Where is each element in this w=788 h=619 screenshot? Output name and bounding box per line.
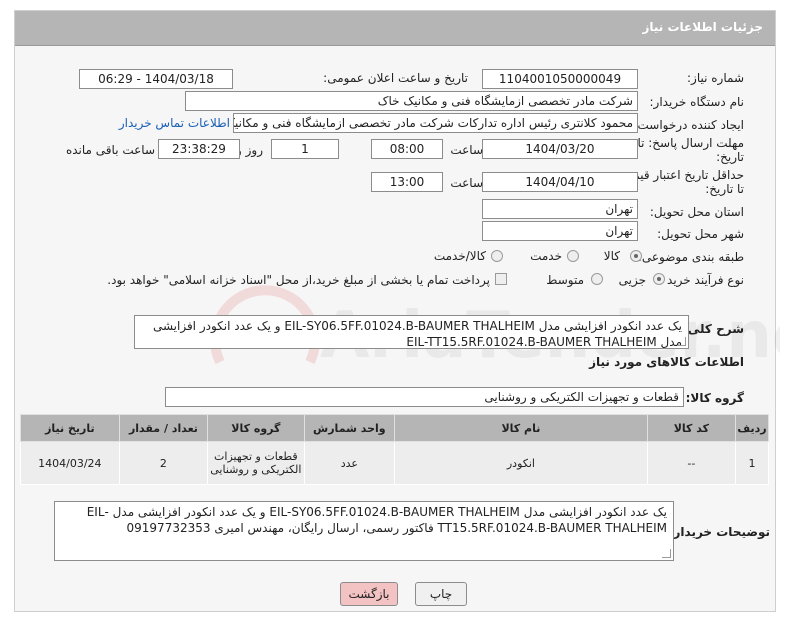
cell-date: 1404/03/24 [20, 441, 120, 485]
back-button[interactable]: بازگشت [340, 582, 398, 606]
goods-group-field: قطعات و تجهیزات الکتریکی و روشنایی [165, 387, 684, 407]
category-radio-service[interactable] [567, 250, 579, 262]
announce-date-field: 1404/03/18 - 06:29 [79, 69, 233, 89]
buyer-notes-label: توضیحات خریدار: [668, 525, 770, 539]
col-group: گروه کالا [207, 414, 305, 442]
days-label: روز و [236, 143, 263, 157]
description-textarea[interactable]: یک عدد انکودر افزایشی مدل EIL-SY06.5FF.0… [134, 315, 689, 349]
resize-handle-icon[interactable] [677, 337, 686, 346]
buyer-notes-textarea[interactable]: یک عدد انکودر افزایشی مدل EIL-SY06.5FF.0… [54, 501, 674, 561]
cell-group: قطعات و تجهیزات الکتریکی و روشنایی [207, 441, 305, 485]
need-number-field: 1104001050000049 [482, 69, 638, 89]
buyer-org-field: شرکت مادر تخصصی ازمایشگاه فنی و مکانیک خ… [185, 91, 638, 111]
table-row[interactable]: 1 -- انکودر عدد قطعات و تجهیزات الکتریکی… [20, 441, 769, 485]
cell-row: 1 [735, 441, 769, 485]
category-label: طبقه بندی موضوعی: [637, 250, 744, 264]
province-field: تهران [482, 199, 638, 219]
description-text: یک عدد انکودر افزایشی مدل EIL-SY06.5FF.0… [152, 319, 682, 349]
deadline-date-field: 1404/03/20 [482, 139, 638, 159]
buyer-notes-text: یک عدد انکودر افزایشی مدل EIL-SY06.5FF.0… [86, 505, 667, 535]
deadline-label-line2: تاریخ: [716, 150, 744, 164]
buyer-org-label: نام دستگاه خریدار: [649, 95, 745, 109]
process-option-medium: متوسط [546, 273, 584, 287]
resize-handle-icon[interactable] [662, 549, 671, 558]
creator-label: ایجاد کننده درخواست: [633, 118, 744, 132]
process-radio-minor[interactable] [653, 273, 665, 285]
city-label: شهر محل تحویل: [657, 227, 744, 241]
table-header-row: ردیف کد کالا نام کالا واحد شمارش گروه کا… [20, 414, 769, 442]
validity-date-field: 1404/04/10 [482, 172, 638, 192]
cell-unit: عدد [303, 441, 396, 485]
col-name: نام کالا [394, 414, 648, 442]
col-row: ردیف [735, 414, 769, 442]
cell-code: -- [646, 441, 737, 485]
deadline-label-line1: مهلت ارسال پاسخ: تا [637, 136, 744, 150]
category-option-service: خدمت [530, 249, 562, 263]
cell-quantity: 2 [118, 441, 209, 485]
announce-date-label: تاریخ و ساعت اعلان عمومی: [323, 71, 468, 85]
col-code: کد کالا [646, 414, 737, 442]
category-radio-goods-service[interactable] [491, 250, 503, 262]
print-button[interactable]: چاپ [415, 582, 467, 606]
category-option-goods: کالا [603, 249, 620, 263]
col-unit: واحد شمارش [303, 414, 396, 442]
province-label: استان محل تحویل: [649, 205, 744, 219]
category-option-goods-service: کالا/خدمت [433, 249, 486, 263]
col-quantity: تعداد / مقدار [118, 414, 209, 442]
panel-title: جزئیات اطلاعات نیاز [642, 20, 763, 34]
remaining-time-field: 23:38:29 [158, 139, 240, 159]
validity-time-field: 13:00 [371, 172, 443, 192]
validity-hour-label: ساعت [450, 176, 483, 190]
need-number-label: شماره نیاز: [687, 71, 744, 85]
process-radio-medium[interactable] [591, 273, 603, 285]
goods-table: ردیف کد کالا نام کالا واحد شمارش گروه کا… [20, 414, 769, 485]
days-field: 1 [271, 139, 339, 159]
treasury-checkbox[interactable] [495, 273, 507, 285]
col-date: تاریخ نیاز [20, 414, 120, 442]
goods-group-label: گروه کالا: [685, 391, 744, 405]
goods-section-title: اطلاعات کالاهای مورد نیاز [589, 355, 744, 369]
creator-field: محمود کلانتری رئیس اداره تدارکات شرکت ما… [233, 113, 638, 133]
cell-name: انکودر [394, 441, 648, 485]
category-radio-goods[interactable] [630, 250, 642, 262]
buyer-contact-link[interactable]: اطلاعات تماس خریدار [119, 116, 230, 130]
panel-header: جزئیات اطلاعات نیاز [15, 11, 775, 46]
process-option-minor: جزیی [618, 273, 646, 287]
deadline-time-field: 08:00 [371, 139, 443, 159]
city-field: تهران [482, 221, 638, 241]
validity-label-line2: تا تاریخ: [705, 182, 744, 196]
remaining-label: ساعت باقی مانده [65, 143, 155, 157]
process-label: نوع فرآیند خرید : [659, 273, 744, 287]
deadline-hour-label: ساعت [450, 143, 483, 157]
payment-note: پرداخت تمام یا بخشی از مبلغ خرید،از محل … [107, 273, 490, 287]
